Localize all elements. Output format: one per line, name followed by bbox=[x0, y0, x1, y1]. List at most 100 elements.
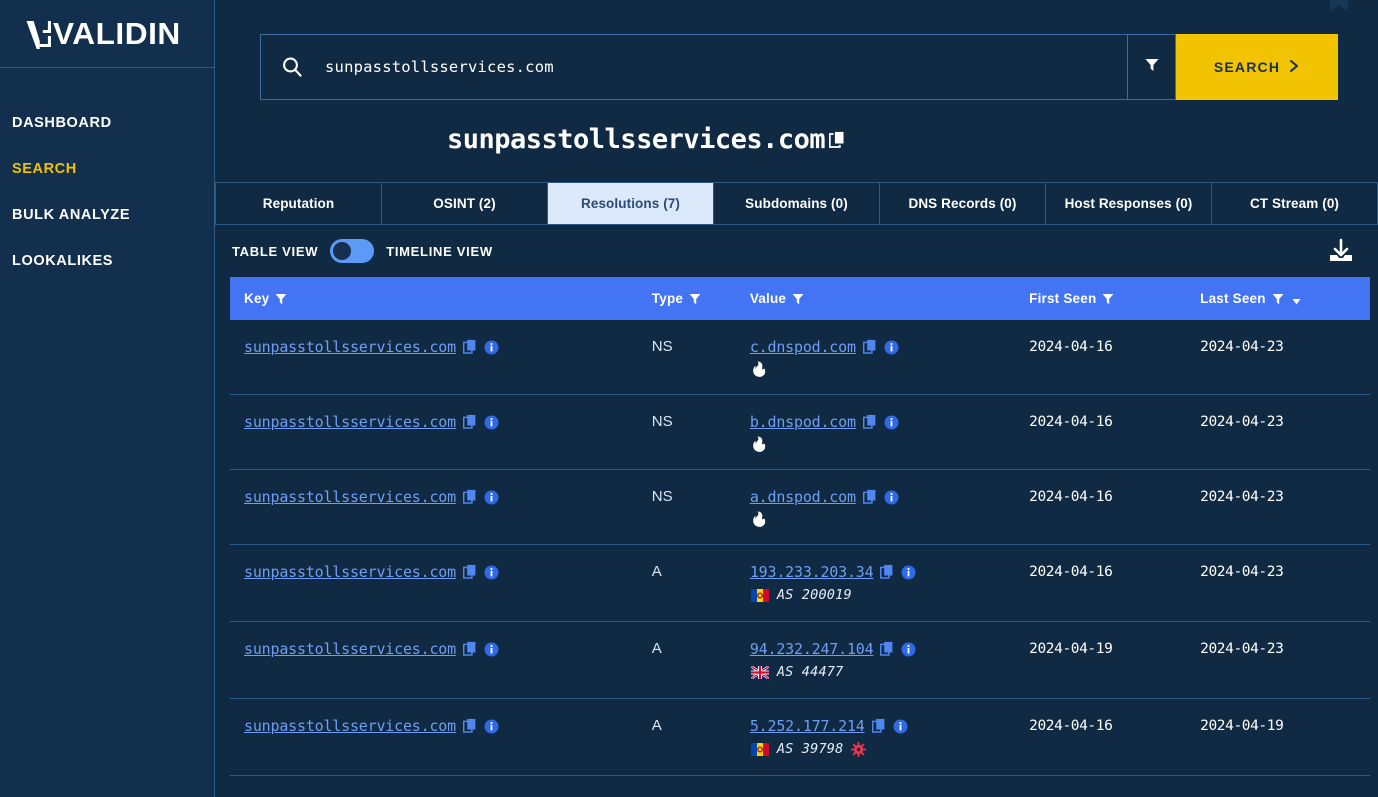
copy-icon[interactable] bbox=[462, 339, 477, 355]
value-link[interactable]: 94.232.247.104 bbox=[750, 640, 874, 658]
table-row: sunpasstollsservices.com NS b.dnspod.com 🔥 2… bbox=[230, 394, 1370, 470]
info-icon[interactable] bbox=[893, 719, 908, 734]
info-icon[interactable] bbox=[884, 340, 899, 355]
copy-icon[interactable] bbox=[871, 718, 886, 734]
first-seen-date: 2024-04-16 bbox=[1029, 339, 1113, 355]
tab-ct-stream[interactable]: CT Stream (0) bbox=[1212, 183, 1378, 224]
first-seen-date: 2024-04-16 bbox=[1029, 564, 1113, 580]
info-icon[interactable] bbox=[901, 642, 916, 657]
copy-icon[interactable] bbox=[462, 414, 477, 430]
cell-key: sunpasstollsservices.com bbox=[230, 469, 652, 545]
timeline-view-label[interactable]: TIMELINE VIEW bbox=[386, 244, 493, 259]
copy-icon[interactable] bbox=[862, 489, 877, 505]
bookmark-icon[interactable] bbox=[1328, 0, 1350, 14]
copy-icon[interactable] bbox=[862, 339, 877, 355]
column-label-value: Value bbox=[749, 291, 787, 306]
sidebar-item-search[interactable]: SEARCH bbox=[0, 146, 214, 192]
download-icon[interactable] bbox=[1326, 236, 1356, 266]
column-header-type[interactable]: Type bbox=[651, 277, 750, 320]
cell-type: NS bbox=[651, 469, 750, 545]
sidebar-item-lookalikes[interactable]: LOOKALIKES bbox=[0, 238, 214, 284]
key-link[interactable]: sunpasstollsservices.com bbox=[244, 338, 456, 356]
filter-funnel-icon[interactable] bbox=[1272, 293, 1284, 305]
sort-desc-caret-icon[interactable] bbox=[1292, 294, 1301, 305]
search-button-label: SEARCH bbox=[1213, 59, 1281, 75]
info-icon[interactable] bbox=[484, 565, 499, 580]
record-type: NS bbox=[651, 488, 673, 505]
cell-type: NS bbox=[651, 394, 750, 470]
info-icon[interactable] bbox=[901, 565, 916, 580]
value-link[interactable]: b.dnspod.com bbox=[750, 413, 856, 431]
column-header-value[interactable]: Value bbox=[749, 277, 1030, 320]
info-icon[interactable] bbox=[484, 642, 499, 657]
filter-funnel-icon[interactable] bbox=[1102, 293, 1114, 305]
table-view-label[interactable]: TABLE VIEW bbox=[232, 244, 318, 259]
search-filter-dropdown[interactable] bbox=[1128, 34, 1176, 100]
key-link[interactable]: sunpasstollsservices.com bbox=[244, 717, 456, 735]
tab-reputation[interactable]: Reputation bbox=[215, 183, 382, 224]
table-timeline-toggle[interactable] bbox=[330, 239, 375, 263]
key-link[interactable]: sunpasstollsservices.com bbox=[244, 413, 456, 431]
filter-funnel-icon[interactable] bbox=[689, 293, 701, 305]
malicious-gear-icon[interactable] bbox=[851, 741, 867, 757]
value-link[interactable]: 5.252.177.214 bbox=[750, 717, 865, 735]
cell-last-seen: 2024-04-23 bbox=[1200, 469, 1370, 545]
copy-icon[interactable] bbox=[462, 564, 477, 580]
cell-key: sunpasstollsservices.com bbox=[230, 621, 652, 699]
column-header-first-seen[interactable]: First Seen bbox=[1029, 277, 1201, 320]
copy-icon[interactable] bbox=[829, 130, 847, 150]
flame-icon: 🔥 bbox=[750, 361, 769, 377]
value-link[interactable]: 193.233.203.34 bbox=[750, 563, 874, 581]
cell-first-seen: 2024-04-16 bbox=[1029, 394, 1201, 470]
copy-icon[interactable] bbox=[862, 414, 877, 430]
info-icon[interactable] bbox=[484, 415, 499, 430]
cell-value: 5.252.177.214 AS 39798 bbox=[749, 698, 1030, 776]
copy-icon[interactable] bbox=[880, 564, 894, 580]
key-link[interactable]: sunpasstollsservices.com bbox=[244, 563, 456, 581]
validin-v-mark-icon bbox=[26, 19, 52, 49]
cell-key: sunpasstollsservices.com bbox=[230, 544, 652, 622]
search-input[interactable]: sunpasstollsservices.com bbox=[260, 34, 1128, 100]
info-icon[interactable] bbox=[484, 340, 499, 355]
chevron-right-icon bbox=[1289, 59, 1300, 76]
tab-dns-records[interactable]: DNS Records (0) bbox=[880, 183, 1046, 224]
tab-subdomains[interactable]: Subdomains (0) bbox=[714, 183, 880, 224]
value-link[interactable]: c.dnspod.com bbox=[750, 338, 856, 356]
tab-host-responses[interactable]: Host Responses (0) bbox=[1046, 183, 1212, 224]
cell-type: NS bbox=[651, 320, 750, 395]
copy-icon[interactable] bbox=[462, 718, 477, 734]
copy-icon[interactable] bbox=[880, 641, 894, 657]
main-content: sunpasstollsservices.com SEARCH sunpasst… bbox=[215, 0, 1378, 797]
table-header-row: Key Type Value First Seen Last Seen bbox=[230, 277, 1370, 320]
tab-osint[interactable]: OSINT (2) bbox=[382, 183, 548, 224]
search-button[interactable]: SEARCH bbox=[1176, 34, 1338, 100]
last-seen-date: 2024-04-19 bbox=[1200, 718, 1284, 734]
tab-resolutions[interactable]: Resolutions (7) bbox=[548, 183, 714, 224]
value-link[interactable]: a.dnspod.com bbox=[750, 488, 856, 506]
toggle-knob bbox=[333, 242, 352, 260]
info-icon[interactable] bbox=[484, 490, 499, 505]
copy-icon[interactable] bbox=[462, 489, 477, 505]
cell-value: b.dnspod.com 🔥 bbox=[749, 394, 1030, 470]
filter-funnel-icon[interactable] bbox=[275, 293, 287, 305]
cell-value: a.dnspod.com 🔥 bbox=[749, 469, 1030, 545]
cell-key: sunpasstollsservices.com bbox=[230, 394, 652, 470]
column-header-last-seen[interactable]: Last Seen bbox=[1200, 277, 1370, 320]
cell-type: A bbox=[651, 544, 750, 622]
search-input-value: sunpasstollsservices.com bbox=[325, 58, 554, 76]
flag-md-icon bbox=[750, 588, 769, 602]
column-header-key[interactable]: Key bbox=[230, 277, 652, 320]
filter-funnel-icon[interactable] bbox=[792, 293, 804, 305]
table-row: sunpasstollsservices.com A 193.233.203.34 A… bbox=[230, 544, 1370, 622]
flame-icon: 🔥 bbox=[750, 436, 769, 452]
copy-icon[interactable] bbox=[462, 641, 477, 657]
brand-logo[interactable]: VALIDIN bbox=[0, 0, 214, 68]
sidebar-item-dashboard[interactable]: DASHBOARD bbox=[0, 100, 214, 146]
app-root: VALIDIN DASHBOARD SEARCH BULK ANALYZE LO… bbox=[0, 0, 1378, 797]
sidebar-item-bulk-analyze[interactable]: BULK ANALYZE bbox=[0, 192, 214, 238]
info-icon[interactable] bbox=[484, 719, 499, 734]
info-icon[interactable] bbox=[884, 415, 899, 430]
key-link[interactable]: sunpasstollsservices.com bbox=[244, 640, 456, 658]
key-link[interactable]: sunpasstollsservices.com bbox=[244, 488, 456, 506]
info-icon[interactable] bbox=[884, 490, 899, 505]
